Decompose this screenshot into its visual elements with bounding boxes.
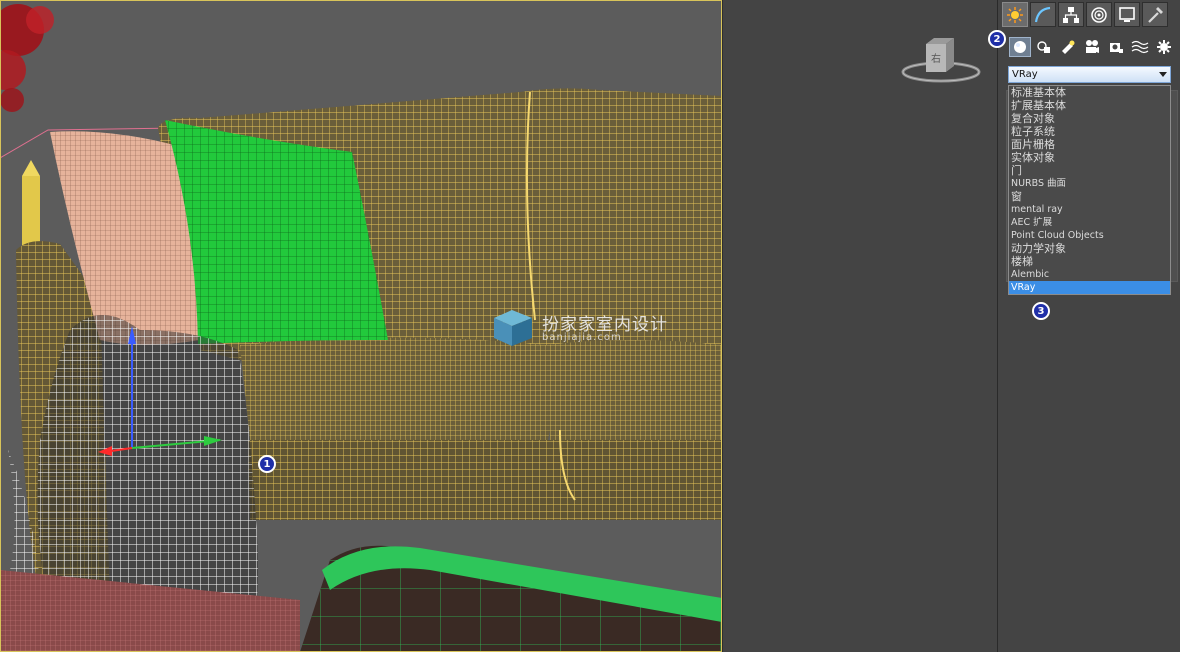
modify-arc-icon [1034,6,1051,22]
viewcube-graphic [901,38,981,83]
tab-utilities[interactable] [1142,2,1168,27]
watermark-logo-icon [494,310,532,346]
marker-1: 1 [258,455,276,473]
watermark-url: banjiajia.com [542,332,622,343]
dropdown-option[interactable]: 楼梯 [1009,255,1170,268]
category-shapes[interactable] [1033,37,1055,57]
dropdown-option[interactable]: 面片栅格 [1009,138,1170,151]
dropdown-option[interactable]: 复合对象 [1009,112,1170,125]
systems-gear-icon [1157,40,1171,54]
category-cameras[interactable] [1081,37,1103,57]
viewcube-face-label: 右 [931,54,941,65]
helpers-icon [1110,43,1123,53]
dropdown-option[interactable]: 粒子系统 [1009,125,1170,138]
marker-2: 2 [988,30,1006,48]
marker-3: 3 [1032,302,1050,320]
marker-3-label: 3 [1037,305,1045,317]
category-lights[interactable] [1057,37,1079,57]
marker-2-label: 2 [993,33,1001,45]
utilities-hammer-icon [1148,6,1163,23]
tab-create[interactable] [1002,2,1028,27]
dropdown-option[interactable]: 实体对象 [1009,151,1170,164]
cameras-icon [1086,40,1099,53]
dropdown-option[interactable]: 窗 [1009,190,1170,203]
dropdown-option[interactable]: 标准基本体 [1009,86,1170,99]
marker-1-label: 1 [263,458,271,470]
perspective-viewport[interactable]: 扮家家室内设计 banjiajia.com 1 [0,0,722,652]
object-category-dropdown-list: 标准基本体 扩展基本体 复合对象 粒子系统 面片栅格 实体对象 门 NURBS … [1008,85,1171,295]
dropdown-option[interactable]: Point Cloud Objects [1009,229,1170,242]
hierarchy-icon [1063,6,1079,23]
viewport-secondary-area [722,0,998,652]
category-systems[interactable] [1153,37,1175,57]
geometry-sphere-icon [1014,41,1026,53]
create-sun-icon [1007,6,1023,23]
dropdown-option[interactable]: 扩展基本体 [1009,99,1170,112]
watermark: 扮家家室内设计 banjiajia.com [492,308,692,348]
dropdown-option[interactable]: 门 [1009,164,1170,177]
tab-modify[interactable] [1030,2,1056,27]
tab-motion[interactable] [1086,2,1112,27]
dropdown-option[interactable]: NURBS 曲面 [1009,177,1170,190]
category-geometry[interactable] [1009,37,1031,57]
lights-icon [1062,40,1075,54]
dropdown-option[interactable]: 动力学对象 [1009,242,1170,255]
space-warps-icon [1131,40,1149,54]
tab-hierarchy[interactable] [1058,2,1084,27]
chevron-down-icon[interactable] [1159,72,1167,77]
tab-display[interactable] [1114,2,1140,27]
dropdown-selected-value: VRay [1012,69,1038,80]
dropdown-option-selected[interactable]: VRay [1009,281,1170,294]
category-space-warps[interactable] [1129,37,1151,57]
dropdown-option[interactable]: AEC 扩展 [1009,216,1170,229]
dropdown-option[interactable]: Alembic [1009,268,1170,281]
viewcube[interactable]: 右 [896,34,986,90]
motion-icon [1091,6,1107,23]
display-icon [1119,6,1135,22]
category-helpers[interactable] [1105,37,1127,57]
shapes-icon [1037,41,1050,53]
dropdown-option[interactable]: mental ray [1009,203,1170,216]
object-category-dropdown[interactable]: VRay [1008,66,1171,83]
